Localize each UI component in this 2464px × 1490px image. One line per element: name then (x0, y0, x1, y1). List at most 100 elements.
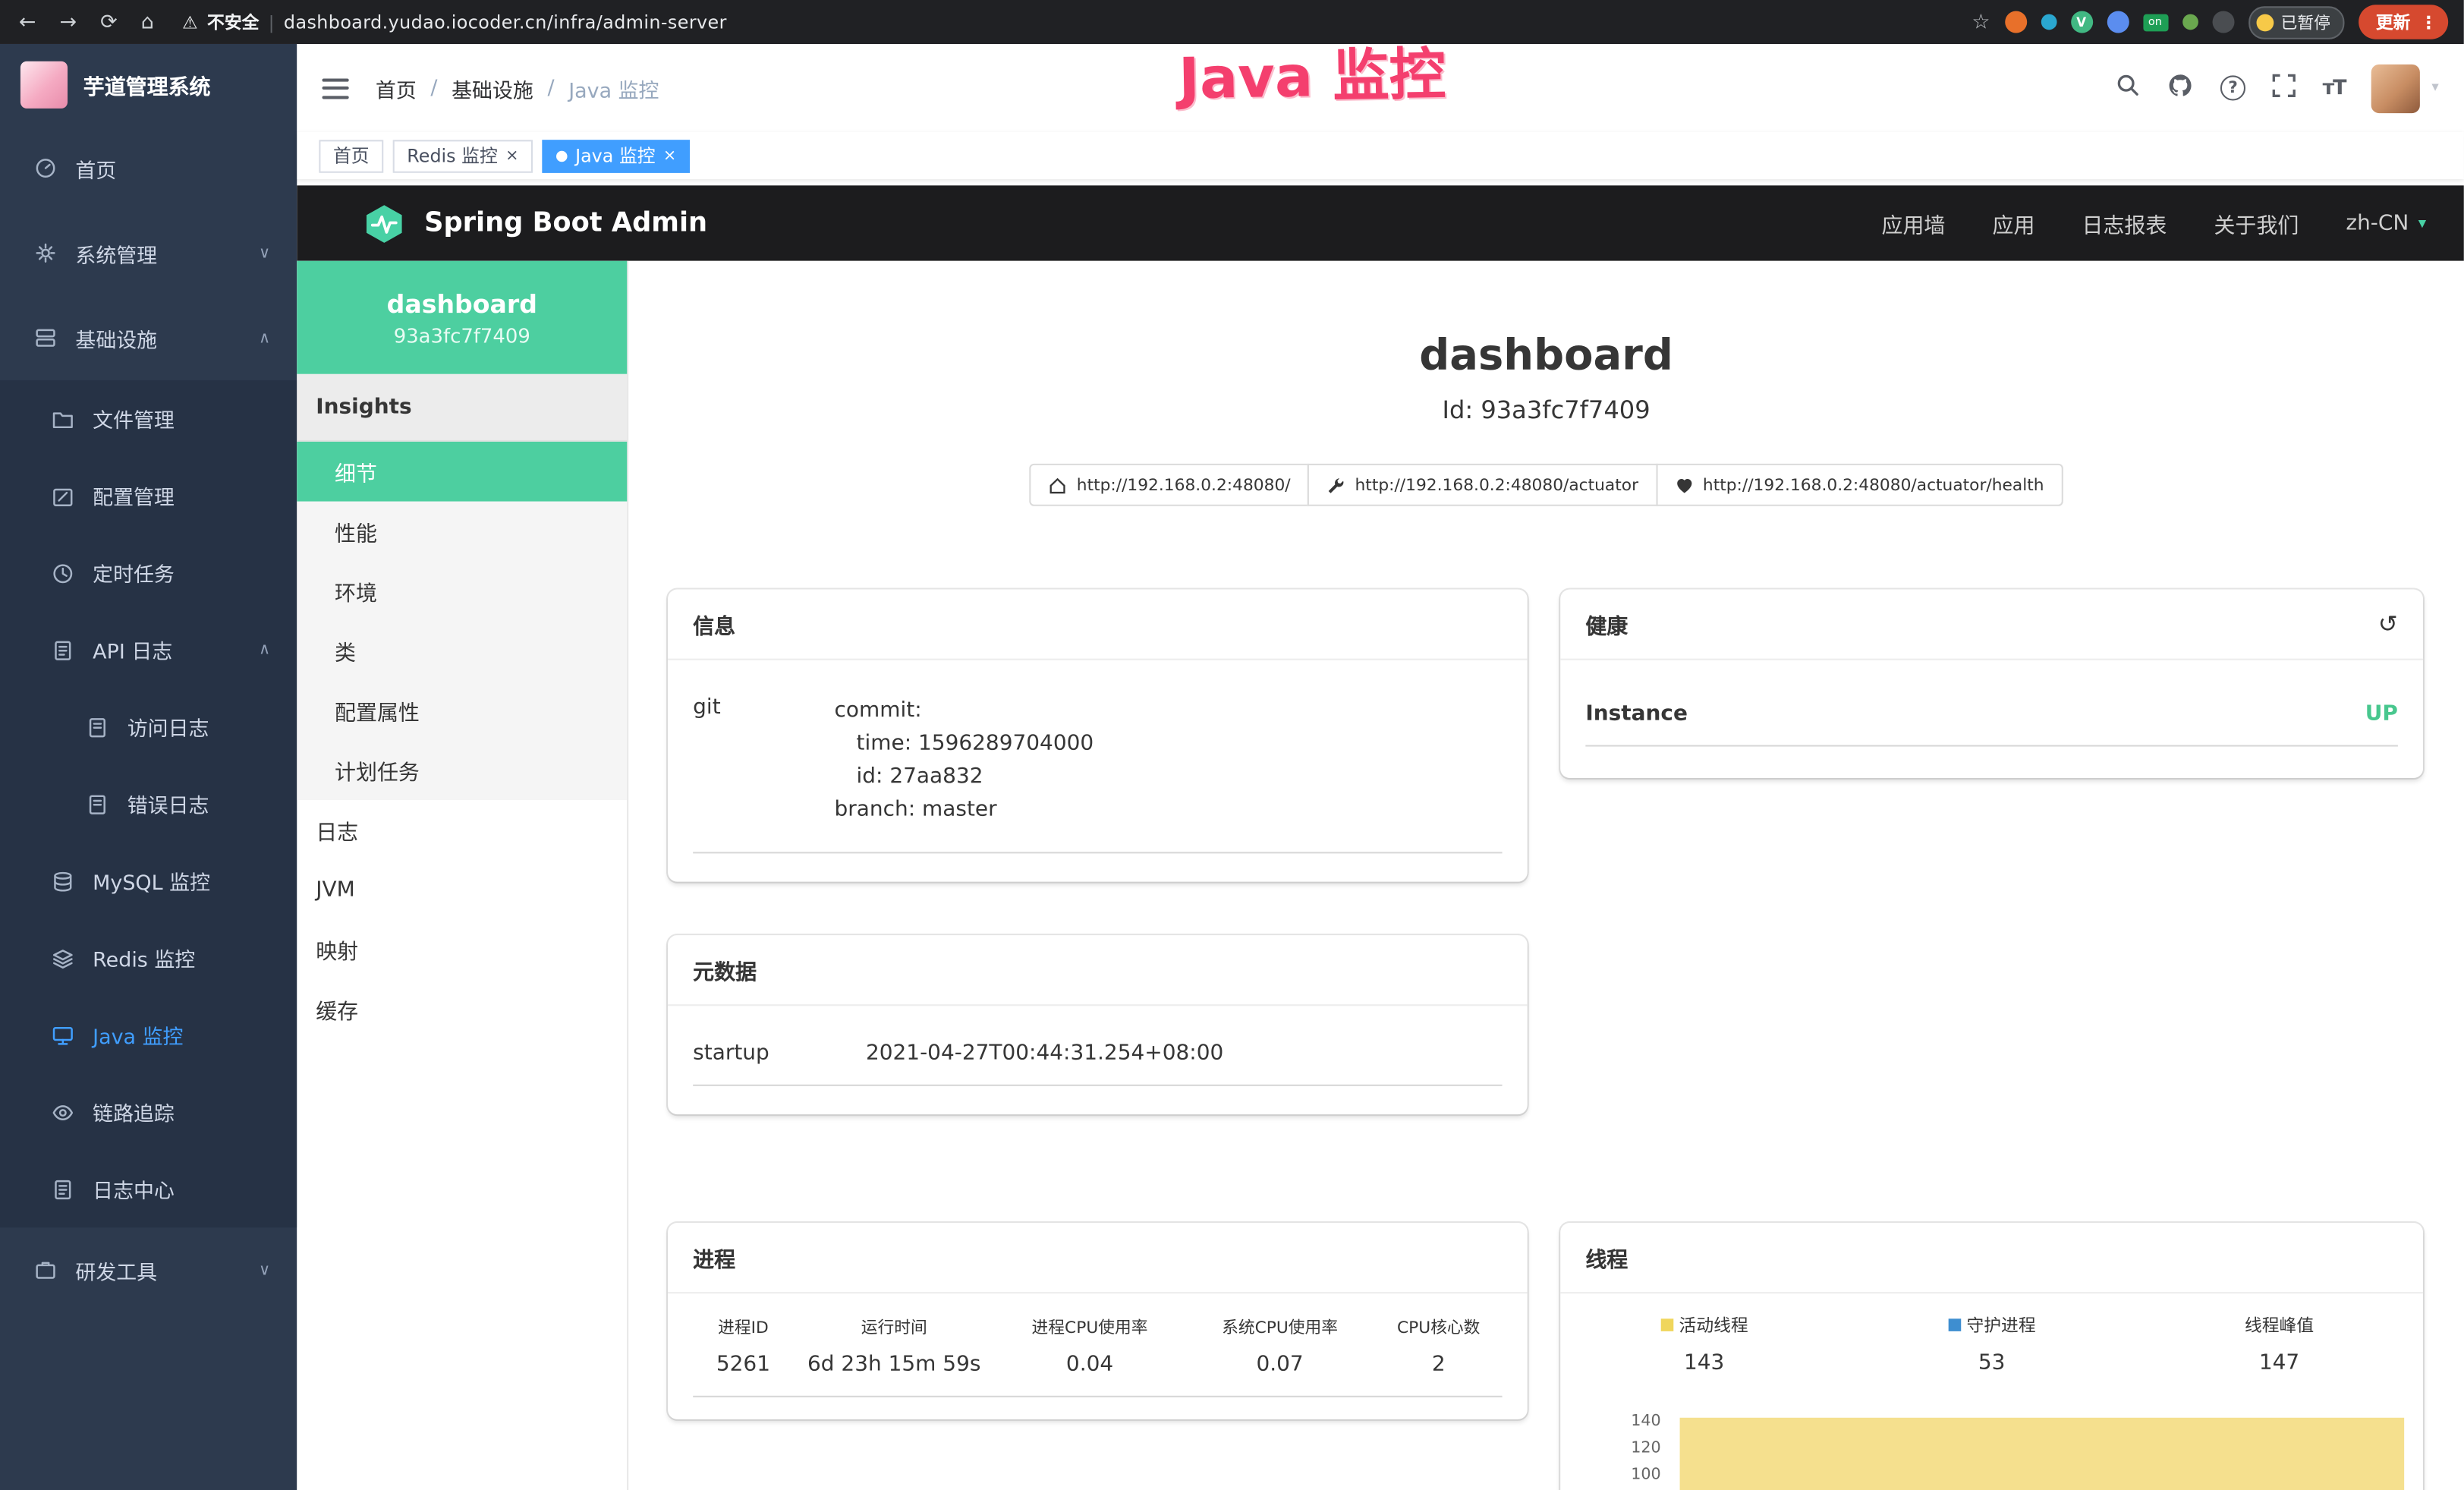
ext-grid-icon[interactable] (2107, 11, 2129, 33)
ext-switch-on-icon[interactable]: on (2142, 14, 2167, 31)
sba-menu-mappings[interactable]: 映射 (297, 919, 627, 979)
sidebar-item-log-center[interactable]: 日志中心 (0, 1151, 297, 1227)
back-icon[interactable]: ← (19, 10, 36, 33)
sba-language-select[interactable]: zh-CN ▾ (2346, 210, 2426, 235)
sba-brand[interactable]: Spring Boot Admin (424, 207, 707, 238)
sidebar-item-api-log[interactable]: API 日志 ∧ (0, 612, 297, 688)
logo-avatar (20, 61, 68, 109)
health-row-instance: Instance UP (1585, 676, 2398, 746)
forward-icon[interactable]: → (59, 10, 77, 33)
browser-menu-kebab-icon[interactable]: ⋮ (2420, 12, 2437, 33)
sidebar-item-trace[interactable]: 链路追踪 (0, 1073, 297, 1150)
cpu-cores: 2 (1375, 1349, 1503, 1396)
sba-menu-properties[interactable]: 配置属性 (297, 681, 627, 741)
health-url-button[interactable]: http://192.168.0.2:48080/actuator/health (1656, 464, 2063, 506)
sidebar-item-system[interactable]: 系统管理 ∨ (0, 210, 297, 295)
breadcrumb-separator: / (547, 76, 554, 99)
app-header: 首页 / 基础设施 / Java 监控 ? тT ▾ (297, 44, 2463, 132)
tag-label: Redis 监控 (407, 143, 497, 168)
sba-nav-about[interactable]: 关于我们 (2214, 207, 2299, 238)
font-size-icon[interactable]: тT (2323, 76, 2346, 99)
tag-redis[interactable]: Redis 监控 × (393, 139, 533, 172)
ext-puzzle-icon[interactable] (2212, 11, 2234, 33)
actuator-url-button[interactable]: http://192.168.0.2:48080/actuator (1308, 464, 1657, 506)
fullscreen-icon[interactable] (2272, 73, 2296, 102)
sba-menu-jvm[interactable]: JVM (297, 860, 627, 920)
threads-chart: 140 120 100 (1560, 1223, 2423, 1490)
tag-java[interactable]: Java 监控 × (543, 139, 691, 172)
sidebar-item-job[interactable]: 定时任务 (0, 534, 297, 611)
git-commit-time: time: 1596289704000 (835, 728, 1094, 761)
main-area: 首页 / 基础设施 / Java 监控 ? тT ▾ (297, 44, 2463, 1490)
document-icon (50, 638, 74, 662)
sba-menu-logs[interactable]: 日志 (297, 800, 627, 860)
sidebar-item-home[interactable]: 首页 (0, 126, 297, 211)
y-tick: 120 (1585, 1440, 1660, 1457)
tag-label: Java 监控 (575, 143, 656, 168)
paused-label: 已暂停 (2281, 10, 2330, 33)
log-icon (50, 1177, 74, 1201)
tags-view: 首页 Redis 监控 × Java 监控 × (297, 132, 2463, 179)
sba-language-value: zh-CN (2346, 210, 2409, 235)
bookmark-star-icon[interactable]: ☆ (1972, 10, 1990, 33)
sidebar-item-label: 文件管理 (93, 404, 175, 433)
history-icon[interactable]: ↺ (2378, 610, 2398, 638)
update-button[interactable]: 更新 ⋮ (2359, 5, 2448, 39)
sidebar-item-java[interactable]: Java 监控 (0, 997, 297, 1073)
search-icon[interactable] (2115, 72, 2140, 103)
sidebar-item-label: 错误日志 (127, 789, 209, 818)
sidebar-item-redis[interactable]: Redis 监控 (0, 919, 297, 996)
avatar-caret-icon: ▾ (2431, 80, 2438, 96)
sidebar-item-config[interactable]: 配置管理 (0, 458, 297, 534)
sba-menu-classes[interactable]: 类 (297, 621, 627, 681)
sba-menu-caches[interactable]: 缓存 (297, 979, 627, 1039)
close-icon[interactable]: × (505, 147, 518, 165)
url-text[interactable]: dashboard.yudao.iocoder.cn/infra/admin-s… (284, 11, 727, 33)
header-tools: ? тT ▾ (2115, 64, 2438, 112)
sidebar-item-error-log[interactable]: 错误日志 (0, 765, 297, 842)
sidebar-item-label: MySQL 监控 (93, 866, 210, 896)
sba-nav-wall[interactable]: 应用墙 (1882, 207, 1946, 238)
sidebar-item-infra[interactable]: 基础设施 ∧ (0, 295, 297, 380)
ext-leaf-icon[interactable] (2182, 14, 2198, 30)
sba-menu-performance[interactable]: 性能 (297, 502, 627, 562)
sba-instance-header[interactable]: dashboard 93a3fc7f7409 (297, 261, 627, 374)
sba-nav-journal[interactable]: 日志报表 (2082, 207, 2167, 238)
reload-icon[interactable]: ⟳ (100, 10, 118, 33)
sba-menu-scheduled-tasks[interactable]: 计划任务 (297, 740, 627, 800)
app-logo[interactable]: 芋道管理系统 (0, 44, 297, 126)
home-icon[interactable]: ⌂ (141, 10, 154, 33)
hamburger-icon[interactable] (322, 77, 348, 98)
sidebar-item-label: 定时任务 (93, 558, 175, 587)
smiley-icon (2255, 14, 2273, 31)
server-icon (33, 326, 56, 350)
ext-drop-icon[interactable] (2041, 14, 2056, 30)
card-title: 元数据 (693, 954, 757, 985)
sba-nav-applications[interactable]: 应用 (1992, 207, 2034, 238)
ext-vue-icon[interactable]: V (2070, 11, 2092, 33)
sba-menu-environment[interactable]: 环境 (297, 561, 627, 621)
breadcrumb-item[interactable]: 首页 (376, 73, 417, 102)
address-bar[interactable]: ⚠ 不安全 | dashboard.yudao.iocoder.cn/infra… (182, 9, 727, 34)
paused-badge[interactable]: 已暂停 (2248, 5, 2344, 38)
sidebar-item-file[interactable]: 文件管理 (0, 380, 297, 457)
sidebar-item-dev-tools[interactable]: 研发工具 ∨ (0, 1227, 297, 1312)
ext-fox-icon[interactable] (2004, 11, 2026, 33)
app-sidebar: 芋道管理系统 首页 系统管理 ∨ 基础设施 ∧ (0, 44, 297, 1490)
close-icon[interactable]: × (663, 147, 676, 165)
user-avatar[interactable] (2372, 64, 2421, 112)
database-icon (50, 869, 74, 893)
breadcrumb-item[interactable]: 基础设施 (452, 73, 533, 102)
sidebar-item-access-log[interactable]: 访问日志 (0, 688, 297, 765)
health-key: Instance (1585, 701, 1688, 726)
tag-home[interactable]: 首页 (319, 139, 383, 172)
col-header: 进程ID (693, 1306, 794, 1349)
service-url-button[interactable]: http://192.168.0.2:48080/ (1030, 464, 1310, 506)
sba-insights-group: 细节 性能 环境 类 配置属性 计划任务 (297, 442, 627, 800)
github-icon[interactable] (2167, 71, 2194, 104)
help-icon[interactable]: ? (2220, 75, 2245, 100)
instance-name: dashboard (387, 288, 537, 318)
sidebar-item-mysql[interactable]: MySQL 监控 (0, 843, 297, 919)
sba-menu-details[interactable]: 细节 (297, 442, 627, 502)
system-cpu: 0.07 (1185, 1349, 1375, 1396)
